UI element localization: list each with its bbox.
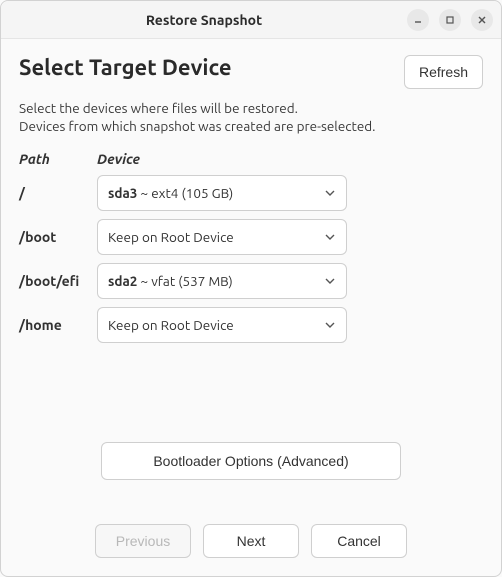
description: Select the devices where files will be r… — [19, 99, 483, 135]
page-title: Select Target Device — [19, 55, 232, 80]
window-title: Restore Snapshot — [1, 12, 407, 28]
device-row-boot: /boot Keep on Root Device — [19, 219, 483, 255]
path-label: /boot — [19, 229, 97, 245]
device-select-root[interactable]: sda3 ~ ext4 (105 GB) — [97, 175, 347, 211]
content-area: Select Target Device Refresh Select the … — [1, 39, 501, 576]
path-label: /boot/efi — [19, 273, 97, 289]
description-line-1: Select the devices where files will be r… — [19, 100, 298, 116]
device-select-boot[interactable]: Keep on Root Device — [97, 219, 347, 255]
minimize-button[interactable] — [407, 9, 429, 31]
device-select-boot-efi[interactable]: sda2 ~ vfat (537 MB) — [97, 263, 347, 299]
maximize-icon — [445, 15, 455, 25]
maximize-button[interactable] — [439, 9, 461, 31]
path-label: / — [19, 185, 97, 201]
device-row-boot-efi: /boot/efi sda2 ~ vfat (537 MB) — [19, 263, 483, 299]
chevron-down-icon — [324, 275, 336, 287]
device-select-home[interactable]: Keep on Root Device — [97, 307, 347, 343]
device-row-home: /home Keep on Root Device — [19, 307, 483, 343]
close-button[interactable] — [471, 9, 493, 31]
previous-button: Previous — [95, 524, 191, 558]
spacer — [19, 351, 483, 442]
window-controls — [407, 9, 493, 31]
next-button[interactable]: Next — [203, 524, 299, 558]
chevron-down-icon — [324, 231, 336, 243]
description-line-2: Devices from which snapshot was created … — [19, 118, 376, 134]
header-row: Select Target Device Refresh — [19, 55, 483, 89]
titlebar: Restore Snapshot — [1, 1, 501, 39]
bootloader-row: Bootloader Options (Advanced) — [19, 442, 483, 480]
chevron-down-icon — [324, 319, 336, 331]
chevron-down-icon — [324, 187, 336, 199]
device-row-root: / sda3 ~ ext4 (105 GB) — [19, 175, 483, 211]
device-select-label: Keep on Root Device — [108, 229, 234, 245]
device-select-label: sda3 ~ ext4 (105 GB) — [108, 185, 233, 201]
close-icon — [477, 15, 487, 25]
column-header-path: Path — [19, 151, 97, 167]
device-select-label: Keep on Root Device — [108, 317, 234, 333]
cancel-button[interactable]: Cancel — [311, 524, 407, 558]
bootloader-options-button[interactable]: Bootloader Options (Advanced) — [101, 442, 401, 480]
column-header-device: Device — [97, 151, 483, 167]
minimize-icon — [413, 15, 423, 25]
device-select-label: sda2 ~ vfat (537 MB) — [108, 273, 233, 289]
refresh-button[interactable]: Refresh — [404, 55, 483, 89]
path-label: /home — [19, 317, 97, 333]
table-header: Path Device — [19, 151, 483, 167]
footer-buttons: Previous Next Cancel — [19, 524, 483, 562]
